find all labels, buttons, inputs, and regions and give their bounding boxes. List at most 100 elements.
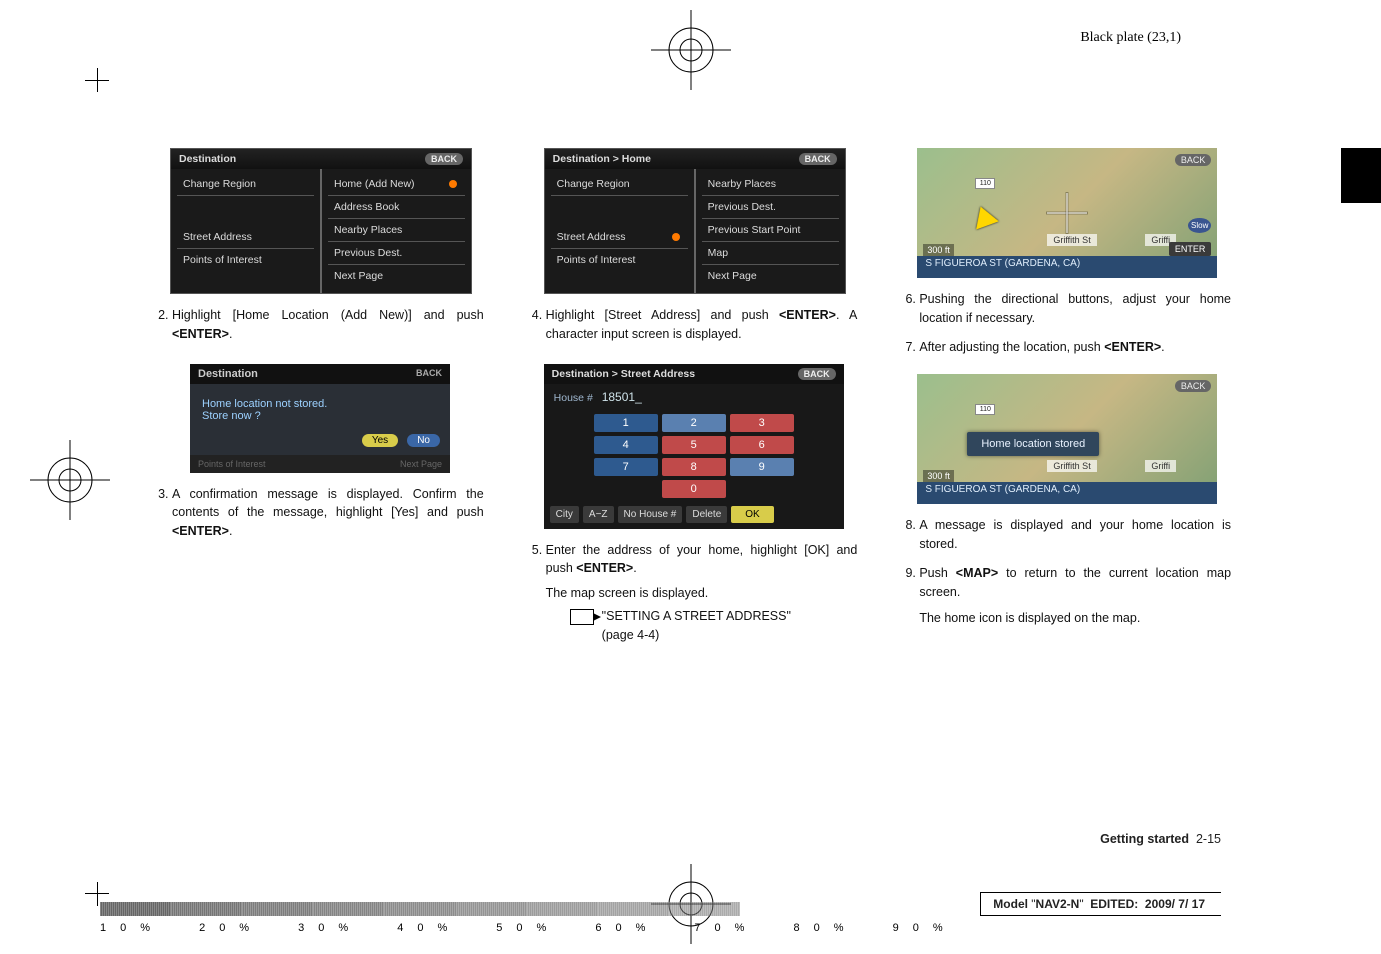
steps-list: A message is displayed and your home loc… (897, 516, 1231, 638)
black-side-tab (1341, 148, 1381, 203)
street-label: Griffith St (1047, 460, 1096, 472)
distance-label: 300 ft (923, 470, 954, 482)
column-2: Destination > Home BACK Change Region St… (524, 140, 858, 844)
key-8[interactable]: 8 (662, 458, 726, 476)
xref-title: "SETTING A STREET ADDRESS" (602, 609, 791, 623)
street-label: Griffi (1145, 460, 1176, 472)
step-7: After adjusting the location, push <ENTE… (919, 338, 1231, 357)
screenshot-keypad: Destination > Street Address BACK House … (544, 364, 844, 529)
key-5[interactable]: 5 (662, 436, 726, 454)
change-region[interactable]: Change Region (177, 173, 314, 196)
key-3[interactable]: 3 (730, 414, 794, 432)
points-of-interest[interactable]: Points of Interest (551, 249, 688, 271)
highlight-dot-icon (672, 233, 680, 241)
step-5-note: The map screen is displayed. (546, 584, 858, 603)
points-of-interest[interactable]: Points of Interest (177, 249, 314, 271)
xref-page: (page 4-4) (602, 628, 660, 642)
dlg-foot-poi: Points of Interest (198, 459, 266, 469)
step-2: Highlight [Home Location (Add New)] and … (172, 306, 484, 344)
nearby-places[interactable]: Nearby Places (328, 219, 465, 242)
home-add-new[interactable]: Home (Add New) (328, 173, 465, 196)
header-black-plate: Black plate (23,1) (1080, 30, 1181, 46)
key-1[interactable]: 1 (594, 414, 658, 432)
registration-target-left (30, 440, 110, 520)
steps-list: A confirmation message is displayed. Con… (150, 485, 484, 551)
previous-start-point[interactable]: Previous Start Point (702, 219, 839, 242)
back-button[interactable]: BACK (1175, 380, 1212, 392)
registration-target-top (651, 10, 731, 90)
crop-mark (97, 68, 98, 92)
enter-button[interactable]: ENTER (1169, 242, 1212, 256)
next-page[interactable]: Next Page (702, 265, 839, 287)
cross-reference: "SETTING A STREET ADDRESS" (page 4-4) (570, 607, 858, 645)
previous-dest[interactable]: Previous Dest. (328, 242, 465, 265)
screenshot-map-stored: BACK 110 Home location stored Griffith S… (917, 374, 1217, 504)
key-2[interactable]: 2 (662, 414, 726, 432)
ok-button[interactable]: OK (731, 506, 773, 523)
nearby-places[interactable]: Nearby Places (702, 173, 839, 196)
column-3: BACK 110 Slow Griffith St Griffi ENTER 3… (897, 140, 1231, 844)
city-button[interactable]: City (550, 506, 579, 523)
dlg-back[interactable]: BACK (416, 368, 442, 380)
previous-dest[interactable]: Previous Dest. (702, 196, 839, 219)
ss-title: Destination (179, 153, 236, 165)
key-7[interactable]: 7 (594, 458, 658, 476)
step-9-note: The home icon is displayed on the map. (919, 609, 1231, 628)
screenshot-destination: Destination BACK Change Region Street Ad… (170, 148, 472, 294)
no-house-button[interactable]: No House # (618, 506, 683, 523)
back-button[interactable]: BACK (798, 368, 836, 380)
street-label: Griffith St (1047, 234, 1096, 246)
delete-button[interactable]: Delete (686, 506, 727, 523)
ss-title: Destination > Home (553, 153, 651, 165)
distance-label: 300 ft (923, 244, 954, 256)
step-9: Push <MAP> to return to the current loca… (919, 564, 1231, 628)
key-6[interactable]: 6 (730, 436, 794, 454)
steps-list: Pushing the directional buttons, adjust … (897, 290, 1231, 366)
key-4[interactable]: 4 (594, 436, 658, 454)
back-button[interactable]: BACK (799, 153, 837, 165)
step-6: Pushing the directional buttons, adjust … (919, 290, 1231, 328)
address-book[interactable]: Address Book (328, 196, 465, 219)
steps-list: Highlight [Home Location (Add New)] and … (150, 306, 484, 354)
screenshot-confirm-dialog: Destination BACK Home location not store… (190, 364, 450, 473)
yes-button[interactable]: Yes (362, 434, 398, 447)
map-item[interactable]: Map (702, 242, 839, 265)
keypad-grid: 1 2 3 4 5 6 7 8 9 0 (544, 410, 844, 502)
density-labels: 10% 20% 30% 40% 50% 60% 70% 80% 90% (100, 922, 957, 934)
screenshot-destination-home: Destination > Home BACK Change Region St… (544, 148, 846, 294)
column-1: Destination BACK Change Region Street Ad… (150, 140, 484, 844)
kp-title: Destination > Street Address (552, 368, 695, 380)
route-shield-icon: 110 (975, 404, 995, 424)
house-label: House # (554, 392, 593, 404)
dlg-line1: Home location not stored. (202, 398, 438, 410)
cross-reference-icon (570, 609, 594, 625)
step-5: Enter the address of your home, highligh… (546, 541, 858, 645)
key-9[interactable]: 9 (730, 458, 794, 476)
page-content: Destination BACK Change Region Street Ad… (150, 140, 1231, 844)
change-region[interactable]: Change Region (551, 173, 688, 196)
screenshot-map-adjust: BACK 110 Slow Griffith St Griffi ENTER 3… (917, 148, 1217, 278)
street-address[interactable]: Street Address (177, 226, 314, 249)
status-bar: S FIGUEROA ST (GARDENA, CA) (917, 256, 1217, 278)
route-shield-icon: 110 (975, 178, 995, 198)
street-address[interactable]: Street Address (551, 226, 688, 249)
az-button[interactable]: A−Z (583, 506, 614, 523)
key-0[interactable]: 0 (662, 480, 726, 498)
next-page[interactable]: Next Page (328, 265, 465, 287)
vehicle-arrow-icon (970, 202, 999, 229)
crop-mark (97, 882, 98, 906)
density-bar (100, 902, 740, 916)
dlg-foot-next: Next Page (400, 459, 442, 469)
home-stored-toast: Home location stored (967, 432, 1099, 456)
steps-list: Enter the address of your home, highligh… (524, 541, 858, 655)
house-value[interactable]: 18501_ (602, 390, 642, 404)
dlg-title: Destination (198, 368, 258, 380)
back-button[interactable]: BACK (425, 153, 463, 165)
status-bar: S FIGUEROA ST (GARDENA, CA) (917, 482, 1217, 504)
step-4: Highlight [Street Address] and push <ENT… (546, 306, 858, 344)
slow-button[interactable]: Slow (1188, 218, 1211, 233)
step-8: A message is displayed and your home loc… (919, 516, 1231, 554)
no-button[interactable]: No (407, 434, 440, 447)
highlight-dot-icon (449, 180, 457, 188)
back-button[interactable]: BACK (1175, 154, 1212, 166)
